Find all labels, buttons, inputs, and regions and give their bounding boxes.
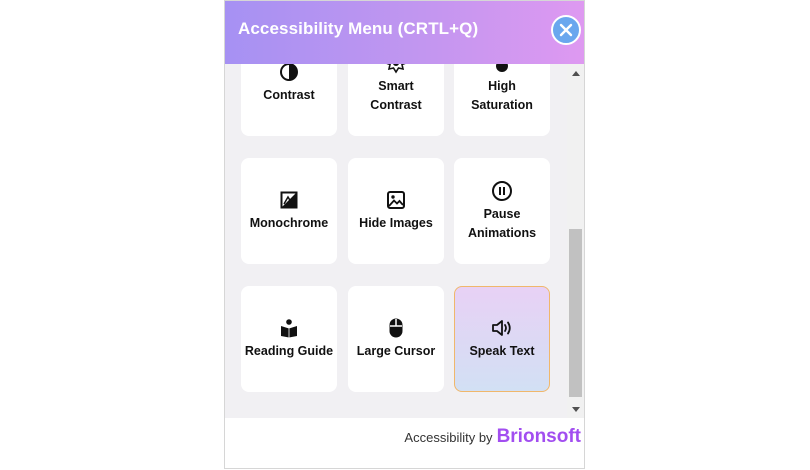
reading-guide-tile[interactable]: Reading Guide: [241, 286, 337, 392]
contrast-tile[interactable]: Contrast: [241, 64, 337, 136]
contrast-label: Contrast: [263, 88, 315, 102]
image-icon: [385, 189, 407, 211]
smart-contrast-tile[interactable]: Smart Contrast: [348, 64, 444, 136]
panel-footer: Accessibility by Brionsoft: [225, 418, 584, 468]
scroll-thumb[interactable]: [569, 229, 582, 397]
large-cursor-tile[interactable]: Large Cursor: [348, 286, 444, 392]
scroll-up-button[interactable]: [567, 64, 584, 81]
feature-grid: Contrast Smart Contrast High Saturation: [225, 64, 567, 418]
monochrome-label: Monochrome: [249, 216, 329, 230]
scroll-up-icon: [571, 70, 580, 76]
hide-images-tile[interactable]: Hide Images: [348, 158, 444, 264]
pause-animations-tile[interactable]: Pause Animations: [454, 158, 550, 264]
high-saturation-tile[interactable]: High Saturation: [454, 64, 550, 136]
accessibility-panel: Accessibility Menu (CRTL+Q) Contrast Sma…: [224, 0, 585, 469]
scroll-down-button[interactable]: [567, 401, 584, 418]
panel-title: Accessibility Menu (CRTL+Q): [238, 19, 479, 38]
close-button[interactable]: [551, 15, 581, 45]
close-icon: [559, 23, 573, 37]
mouse-icon: [385, 317, 407, 339]
scroll-down-icon: [571, 406, 580, 412]
large-cursor-label: Large Cursor: [356, 344, 436, 358]
vertical-scrollbar[interactable]: [567, 64, 584, 418]
footer-by-text: Accessibility by: [404, 430, 493, 445]
pause-animations-label: Pause Animations: [467, 206, 537, 240]
speaker-icon: [491, 317, 513, 339]
panel-header: Accessibility Menu (CRTL+Q): [225, 1, 584, 64]
hide-images-label: Hide Images: [359, 216, 433, 230]
smart-contrast-label: Smart Contrast: [370, 78, 422, 112]
brand-link[interactable]: Brionsoft: [497, 426, 581, 448]
monochrome-tile[interactable]: Monochrome: [241, 158, 337, 264]
monochrome-icon: [278, 189, 300, 211]
reading-guide-label: Reading Guide: [244, 344, 334, 358]
speak-text-tile[interactable]: Speak Text: [454, 286, 550, 392]
high-saturation-label: High Saturation: [471, 78, 533, 112]
pause-icon: [491, 180, 513, 202]
reading-guide-icon: [278, 317, 300, 339]
contrast-icon: [278, 64, 300, 83]
smart-contrast-icon: [385, 64, 407, 74]
footer-credit: Accessibility by Brionsoft: [404, 426, 581, 448]
speak-text-label: Speak Text: [469, 344, 535, 358]
saturation-icon: [491, 64, 513, 74]
